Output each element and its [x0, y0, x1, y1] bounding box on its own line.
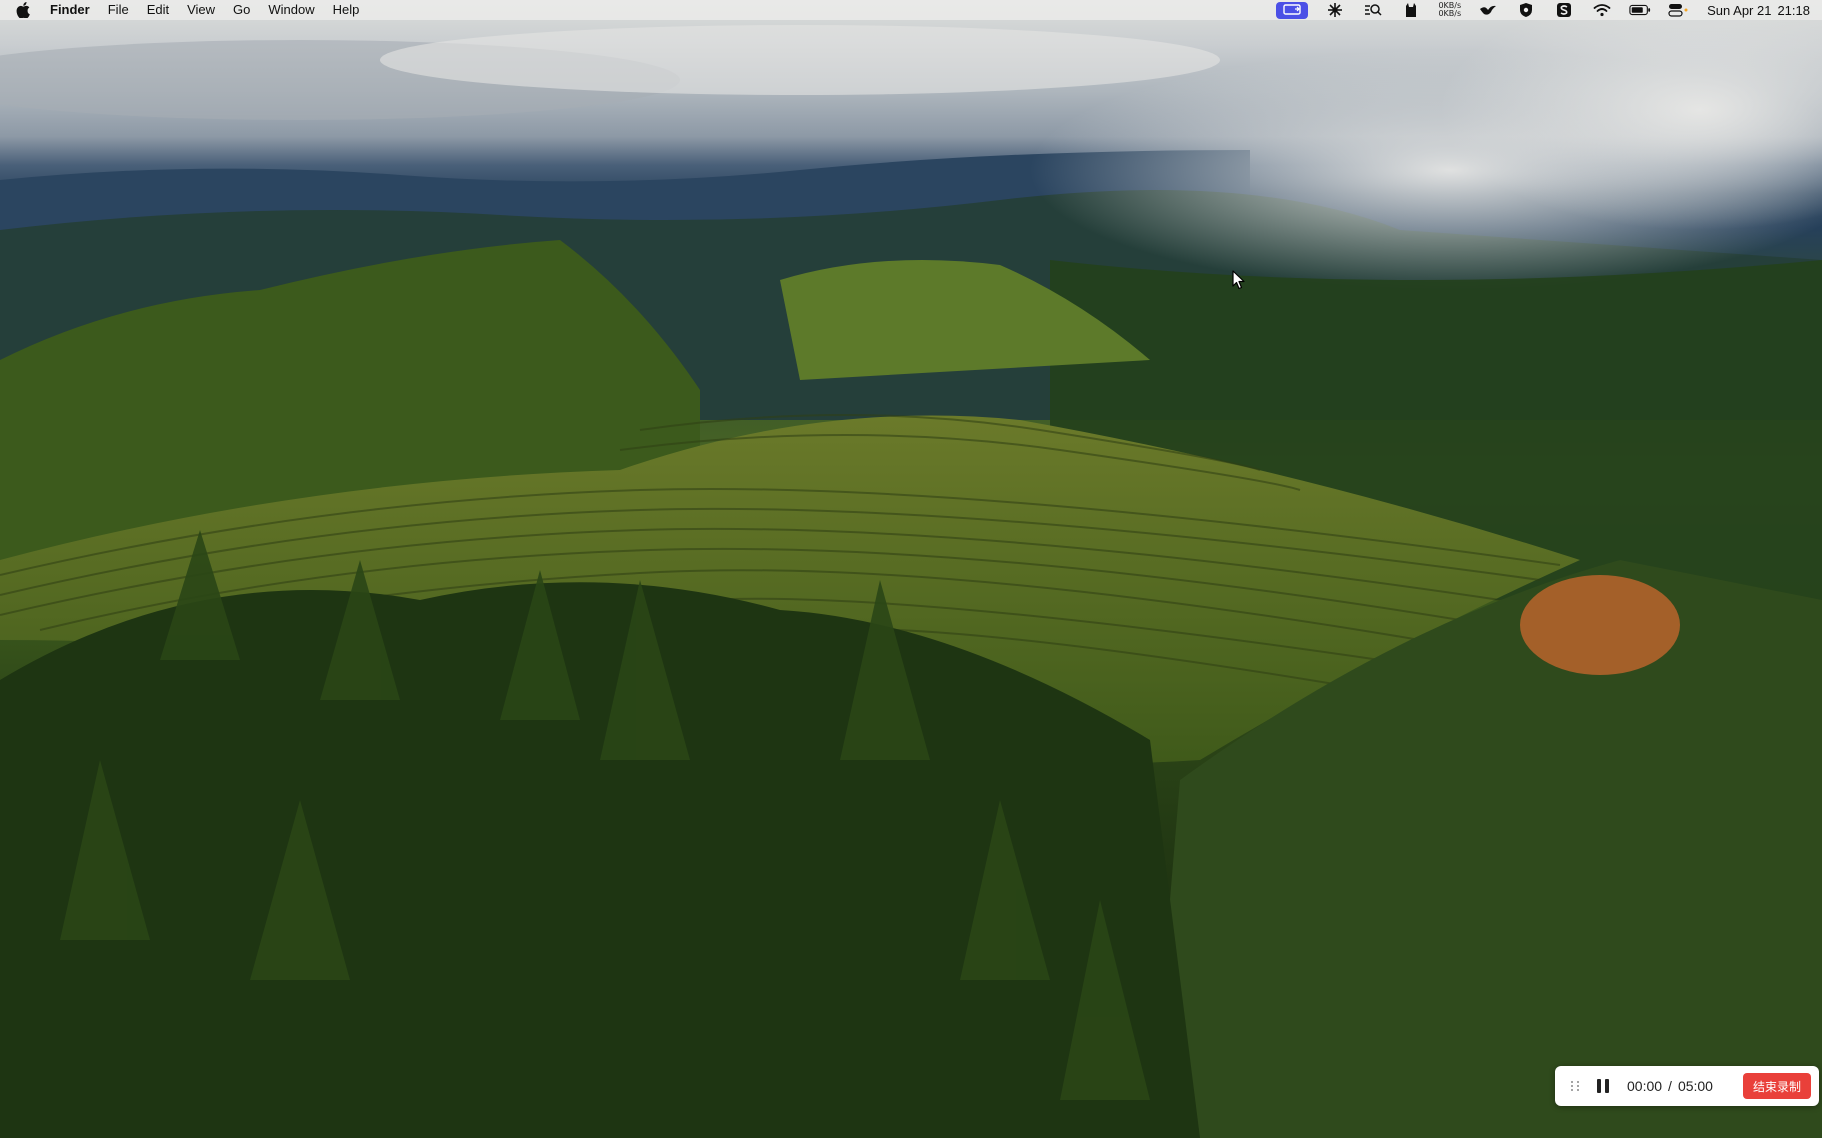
screen-share-icon[interactable] — [1276, 1, 1309, 19]
shield-icon[interactable] — [1515, 0, 1537, 20]
mouse-pointer-icon — [1232, 270, 1245, 290]
recording-timer: 00:00 / 05:00 — [1627, 1078, 1713, 1094]
bird-icon[interactable] — [1477, 0, 1499, 20]
network-down-speed: 0KB/s — [1438, 9, 1462, 18]
app-s-icon[interactable] — [1553, 0, 1575, 20]
menu-edit[interactable]: Edit — [138, 0, 178, 20]
apple-menu-icon[interactable] — [14, 1, 32, 19]
wallpaper — [0, 0, 1822, 1138]
desktop: Finder File Edit View Go Window Help 0KB… — [0, 0, 1822, 1138]
network-speed-icon: 0KB/s 0KB/s — [1438, 2, 1461, 18]
screen-recorder-bar: 00:00 / 05:00 结束录制 — [1555, 1066, 1819, 1106]
recording-elapsed: 00:00 — [1627, 1078, 1663, 1094]
timer-separator: / — [1668, 1078, 1672, 1094]
menu-go[interactable]: Go — [224, 0, 259, 20]
stop-recording-button[interactable]: 结束录制 — [1742, 1073, 1811, 1099]
menu-window[interactable]: Window — [259, 0, 323, 20]
menu-file[interactable]: File — [99, 0, 138, 20]
clock-time: 21:18 — [1777, 2, 1810, 18]
battery-icon[interactable] — [1629, 0, 1651, 20]
control-center-icon[interactable] — [1667, 0, 1689, 20]
pause-icon[interactable] — [1595, 1078, 1611, 1094]
drag-handle-icon[interactable] — [1571, 1079, 1581, 1093]
menu-app-finder[interactable]: Finder — [44, 0, 99, 20]
wifi-icon[interactable] — [1591, 0, 1613, 20]
menu-help[interactable]: Help — [324, 0, 369, 20]
clock-date: Sun Apr 21 — [1707, 2, 1772, 18]
cluster-icon[interactable] — [1324, 0, 1346, 20]
cat-icon[interactable] — [1400, 0, 1422, 20]
menu-view[interactable]: View — [178, 0, 224, 20]
menu-bar: Finder File Edit View Go Window Help 0KB… — [0, 0, 1822, 20]
menu-bar-clock[interactable]: Sun Apr 21 21:18 — [1707, 3, 1810, 18]
search-list-icon[interactable] — [1362, 0, 1384, 20]
recording-limit: 05:00 — [1677, 1078, 1713, 1094]
